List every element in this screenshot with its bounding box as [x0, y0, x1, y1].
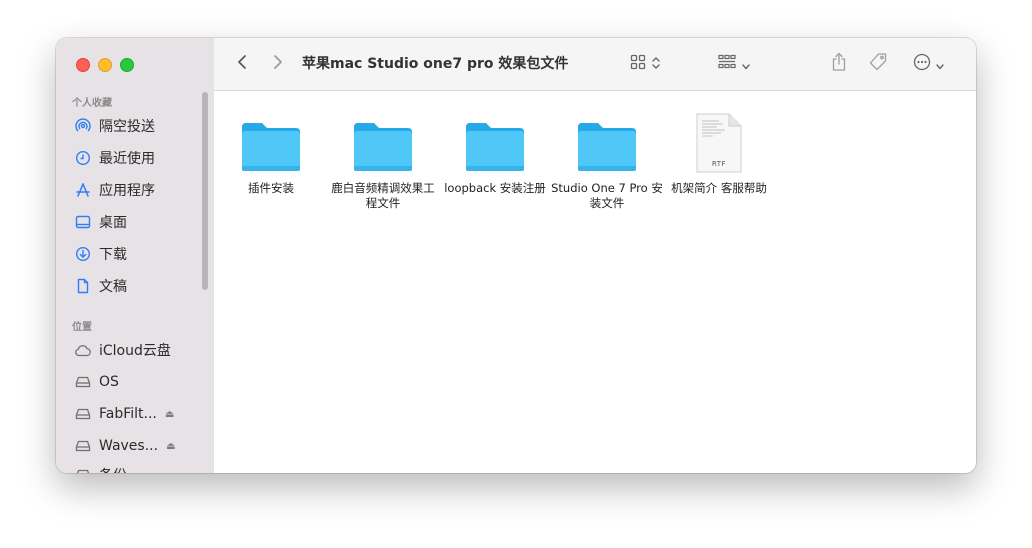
sidebar-item-label: 应用程序 [99, 183, 155, 199]
grid-icon [630, 54, 646, 74]
sidebar-scrollbar[interactable] [202, 92, 208, 290]
file-grid: 插件安装 鹿白音频精调效果工程文件 loopback 安装注册 Studio O… [214, 91, 976, 473]
sidebar-item-label: FabFilt... [99, 406, 157, 422]
sidebar-item-fabfilter[interactable]: FabFilt... ⏏ [74, 403, 174, 425]
sidebar-item-applications[interactable]: 应用程序 [74, 179, 155, 201]
sidebar: 个人收藏 隔空投送 最近使用 应用程序 桌面 下载 文稿 位置 iCloud云盘… [56, 38, 215, 473]
window-controls [76, 58, 134, 72]
folder-icon [575, 115, 639, 173]
close-button[interactable] [76, 58, 90, 72]
cloud-icon [74, 341, 92, 359]
desktop-icon [74, 213, 92, 231]
disk-icon [74, 437, 92, 455]
share-button[interactable] [828, 52, 850, 76]
forward-button[interactable] [268, 52, 288, 76]
chevron-left-icon [237, 54, 247, 74]
chevron-down-icon [742, 55, 750, 74]
sidebar-item-label: 桌面 [99, 215, 127, 231]
tag-button[interactable] [866, 52, 890, 76]
chevron-updown-icon [652, 55, 660, 74]
sidebar-item-icloud[interactable]: iCloud云盘 [74, 339, 171, 361]
file-item-studio-one-installer[interactable]: Studio One 7 Pro 安装文件 [551, 115, 663, 211]
ellipsis-circle-icon [913, 53, 931, 75]
airdrop-icon [74, 117, 92, 135]
file-item-rack-info[interactable]: RTF 机架简介 客服帮助 [663, 113, 775, 196]
sidebar-item-airdrop[interactable]: 隔空投送 [74, 115, 155, 137]
file-label: 机架简介 客服帮助 [671, 181, 767, 195]
sidebar-item-backup[interactable]: 备份 [74, 464, 127, 473]
sidebar-item-label: Waves... [99, 438, 159, 454]
window-title: 苹果mac Studio one7 pro 效果包文件 [302, 56, 569, 72]
folder-icon [463, 115, 527, 173]
back-button[interactable] [232, 52, 252, 76]
finder-window: 个人收藏 隔空投送 最近使用 应用程序 桌面 下载 文稿 位置 iCloud云盘… [56, 38, 976, 473]
clock-icon [74, 149, 92, 167]
file-item-loopback[interactable]: loopback 安装注册 [439, 115, 551, 196]
share-icon [831, 52, 847, 76]
file-item-plugins[interactable]: 插件安装 [215, 115, 327, 196]
sidebar-item-label: iCloud云盘 [99, 343, 171, 359]
rtf-badge: RTF [711, 160, 727, 168]
folder-icon [239, 115, 303, 173]
sidebar-item-desktop[interactable]: 桌面 [74, 211, 127, 233]
sidebar-item-label: OS [99, 374, 119, 390]
minimize-button[interactable] [98, 58, 112, 72]
view-mode-button[interactable] [626, 52, 664, 76]
sidebar-item-documents[interactable]: 文稿 [74, 275, 127, 297]
zoom-button[interactable] [120, 58, 134, 72]
sidebar-item-os[interactable]: OS [74, 371, 119, 393]
sidebar-item-recents[interactable]: 最近使用 [74, 147, 155, 169]
sidebar-item-waves[interactable]: Waves... ⏏ [74, 435, 176, 457]
eject-icon[interactable]: ⏏ [166, 441, 175, 452]
file-label: Studio One 7 Pro 安装文件 [551, 181, 663, 210]
sidebar-item-label: 下载 [99, 247, 127, 263]
more-actions-button[interactable] [910, 52, 946, 76]
sidebar-item-label: 隔空投送 [99, 119, 155, 135]
disk-icon [74, 373, 92, 391]
download-icon [74, 245, 92, 263]
chevron-right-icon [273, 54, 283, 74]
applications-icon [74, 181, 92, 199]
chevron-down-icon [935, 55, 944, 74]
sidebar-item-label: 备份 [99, 465, 127, 473]
file-label: 插件安装 [248, 181, 294, 195]
locations-section-title: 位置 [72, 322, 92, 333]
file-label: loopback 安装注册 [444, 181, 546, 195]
folder-icon [351, 115, 415, 173]
tag-icon [868, 52, 888, 76]
sidebar-item-label: 文稿 [99, 279, 127, 295]
toolbar: 苹果mac Studio one7 pro 效果包文件 [214, 38, 976, 91]
sidebar-item-downloads[interactable]: 下载 [74, 243, 127, 265]
disk-icon [74, 405, 92, 423]
disk-icon [74, 466, 92, 473]
sidebar-item-label: 最近使用 [99, 151, 155, 167]
file-item-project-files[interactable]: 鹿白音频精调效果工程文件 [327, 115, 439, 211]
favorites-section-title: 个人收藏 [72, 98, 112, 109]
group-icon [718, 54, 736, 74]
group-button[interactable] [714, 52, 754, 76]
eject-icon[interactable]: ⏏ [165, 409, 174, 420]
document-icon [74, 277, 92, 295]
file-label: 鹿白音频精调效果工程文件 [331, 181, 435, 210]
